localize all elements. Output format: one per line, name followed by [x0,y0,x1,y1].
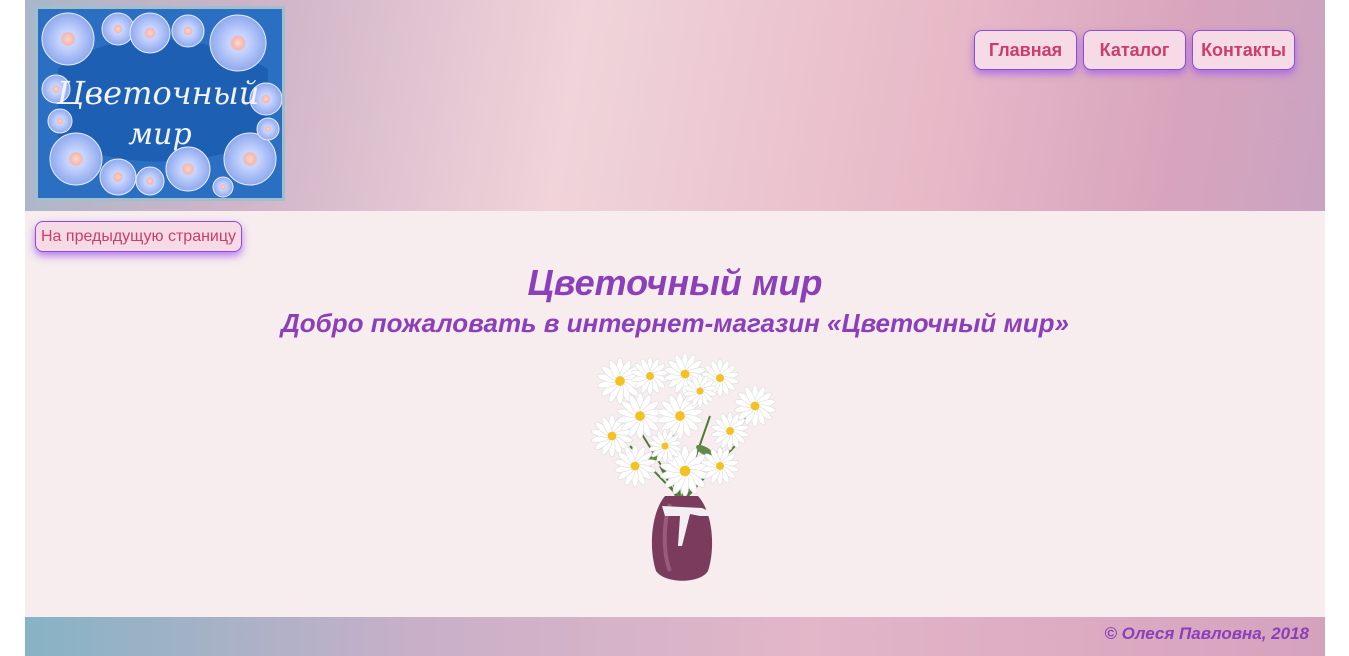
back-button[interactable]: На предыдущую страницу [35,221,243,252]
main-nav: Главная Каталог Контакты [974,30,1295,70]
logo[interactable]: Цветочный мир [35,6,285,201]
logo-flowers-image: Цветочный мир [38,9,282,198]
logo-text-1: Цветочный [56,74,260,112]
nav-home-button[interactable]: Главная [974,30,1077,70]
daisy-bouquet-image [591,352,776,581]
page-subtitle: Добро пожаловать в интернет-магазин «Цве… [281,308,1069,338]
copyright-text: © Олеся Павловна, 2018 [1104,624,1309,643]
page-title: Цветочный мир [527,262,823,303]
page: Цветочный мир Главная Каталог Контакты Н… [25,0,1325,656]
logo-text-2: мир [128,117,191,152]
nav-catalog-button[interactable]: Каталог [1083,30,1186,70]
daisy-flower [631,356,669,396]
header: Цветочный мир Главная Каталог Контакты [25,0,1325,211]
footer: © Олеся Павловна, 2018 [25,617,1325,656]
nav-contacts-button[interactable]: Контакты [1192,30,1295,70]
